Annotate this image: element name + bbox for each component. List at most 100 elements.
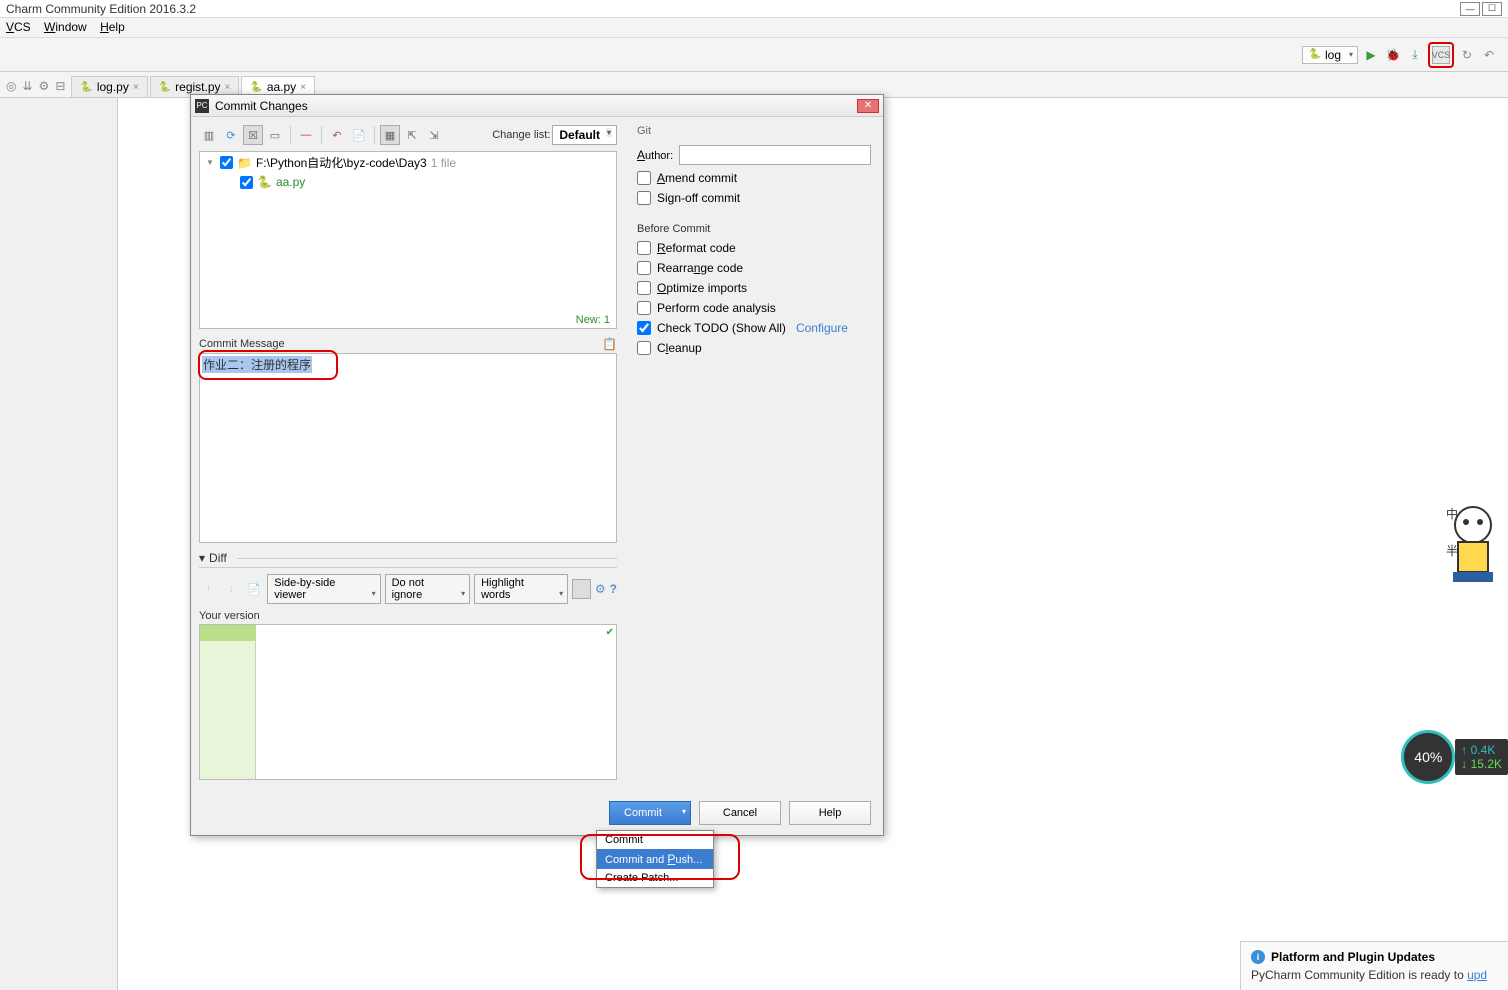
your-version-label: Your version [199,610,617,622]
file-count-hint: 1 file [431,156,456,170]
close-icon[interactable]: × [133,82,139,93]
ignore-whitespace-selector[interactable]: Do not ignore [385,574,470,604]
optimize-checkbox[interactable] [637,281,651,295]
signoff-checkbox[interactable] [637,191,651,205]
cancel-button[interactable]: Cancel [699,801,781,825]
menu-help[interactable]: Help [100,20,125,34]
author-label: Author: [637,148,673,162]
changed-files-tree[interactable]: ▼ 📁 F:\Python自动化\byz-code\Day3 1 file 🐍 … [199,151,617,329]
run-configuration-selector[interactable]: 🐍 log [1302,46,1358,64]
show-diff-icon[interactable]: ▥ [199,125,219,145]
diff-settings-icon[interactable]: ⚙ [595,582,606,596]
rollback-icon[interactable]: ↶ [327,125,347,145]
refresh-icon[interactable]: ⟳ [221,125,241,145]
revert-icon[interactable]: ☒ [243,125,263,145]
expand-arrow-icon[interactable]: ▼ [206,158,216,167]
cleanup-checkbox[interactable] [637,341,651,355]
cartoon-mascot: 中 半 [1438,500,1508,590]
reformat-checkbox[interactable] [637,241,651,255]
folder-icon: 📁 [237,156,252,170]
menu-window[interactable]: Window [44,20,87,34]
notification-balloon[interactable]: i Platform and Plugin Updates PyCharm Co… [1240,941,1508,990]
rearrange-label: Rearrange code [657,261,743,275]
changelist-selector[interactable]: Default [552,125,617,145]
notification-body: PyCharm Community Edition is ready to up… [1251,968,1498,982]
tab-label: aa.py [267,80,296,94]
jump-source-icon[interactable]: 📄 [245,579,264,599]
diff-added-marker [200,625,256,641]
group-icon[interactable]: ▦ [380,125,400,145]
todo-label: Check TODO (Show All) [657,321,786,335]
tree-status-label: New: 1 [576,314,610,326]
expand-icon[interactable]: ▭ [265,125,285,145]
vcs-update-button[interactable]: ⤓ [1406,46,1424,64]
diff-ok-icon: ✔ [606,627,614,638]
svg-text:中: 中 [1446,506,1458,521]
minimize-button[interactable]: — [1460,2,1480,16]
configure-link[interactable]: Configure [796,321,848,335]
delete-icon[interactable]: — [296,125,316,145]
next-diff-icon[interactable]: ↓ [222,579,241,599]
update-link[interactable]: upd [1467,968,1487,982]
diff-label: Diff [209,551,227,565]
before-commit-header: Before Commit [637,223,871,235]
move-icon[interactable]: 📄 [349,125,369,145]
run-config-label: log [1325,48,1341,62]
commit-message-input[interactable]: 作业二：注册的程序 [199,353,617,543]
expand-all-icon[interactable]: ⇱ [402,125,422,145]
close-icon[interactable]: × [225,82,231,93]
viewer-mode-selector[interactable]: Side-by-side viewer [267,574,380,604]
menu-item-create-patch[interactable]: Create Patch... [597,869,713,887]
close-panel-icon[interactable]: ⊟ [55,79,65,93]
commit-history-icon[interactable]: 📋 [602,337,617,351]
collapse-unchanged-button[interactable] [572,579,591,599]
dialog-close-button[interactable]: ✕ [857,99,879,113]
gear-icon[interactable]: ⚙ [39,79,50,93]
target-icon[interactable]: ◎ [6,79,16,93]
tree-file-row[interactable]: 🐍 aa.py [200,173,616,191]
commit-message-label: Commit Message [199,338,285,350]
tab-actions: ◎ ⇊ ⚙ ⊟ [6,79,71,97]
prev-diff-icon[interactable]: ↑ [199,579,218,599]
diff-viewer[interactable]: ✔ [199,624,617,780]
collapse-arrow-icon[interactable]: ▾ [199,551,205,565]
commit-changes-dialog: PC Commit Changes ✕ ▥ ⟳ ☒ ▭ — ↶ 📄 ▦ ⇱ ⇲ … [190,94,884,836]
close-icon[interactable]: × [300,82,306,93]
vcs-history-button[interactable]: ↻ [1458,46,1476,64]
python-file-icon: 🐍 [250,82,262,93]
debug-button[interactable]: 🐞 [1384,46,1402,64]
collapse-all-icon[interactable]: ⇲ [424,125,444,145]
reformat-label: Reformat code [657,241,736,255]
network-speed-widget[interactable]: 40% ↑ 0.4K ↓ 15.2K [1401,730,1508,784]
menu-vcs[interactable]: VCS [6,20,31,34]
dialog-title-bar[interactable]: PC Commit Changes ✕ [191,95,883,117]
notification-title: Platform and Plugin Updates [1271,950,1435,964]
analysis-checkbox[interactable] [637,301,651,315]
notification-title-row: i Platform and Plugin Updates [1251,950,1498,964]
tab-log-py[interactable]: 🐍 log.py × [71,76,147,97]
help-button[interactable]: Help [789,801,871,825]
todo-checkbox[interactable] [637,321,651,335]
menu-item-commit[interactable]: Commit [597,831,713,849]
notification-text: PyCharm Community Edition is ready to [1251,968,1467,982]
diff-help-icon[interactable]: ? [610,582,617,596]
run-button[interactable]: ▶ [1362,46,1380,64]
file-checkbox[interactable] [240,176,253,189]
collapse-icon[interactable]: ⇊ [22,79,32,93]
diff-section-header[interactable]: ▾ Diff [199,551,617,568]
pycharm-icon: PC [195,99,209,113]
amend-checkbox[interactable] [637,171,651,185]
analysis-label: Perform code analysis [657,301,776,315]
maximize-button[interactable]: ☐ [1482,2,1502,16]
commit-button[interactable]: Commit [609,801,691,825]
rearrange-checkbox[interactable] [637,261,651,275]
menu-item-commit-and-push[interactable]: Commit and Push... [597,849,713,869]
root-checkbox[interactable] [220,156,233,169]
speed-readout: ↑ 0.4K ↓ 15.2K [1455,739,1508,775]
vcs-commit-button[interactable]: VCS [1432,46,1450,64]
highlight-mode-selector[interactable]: Highlight words [474,574,568,604]
vcs-revert-button[interactable]: ↶ [1480,46,1498,64]
cleanup-label: Cleanup [657,341,702,355]
tree-root-row[interactable]: ▼ 📁 F:\Python自动化\byz-code\Day3 1 file [200,152,616,173]
author-input[interactable] [679,145,871,165]
